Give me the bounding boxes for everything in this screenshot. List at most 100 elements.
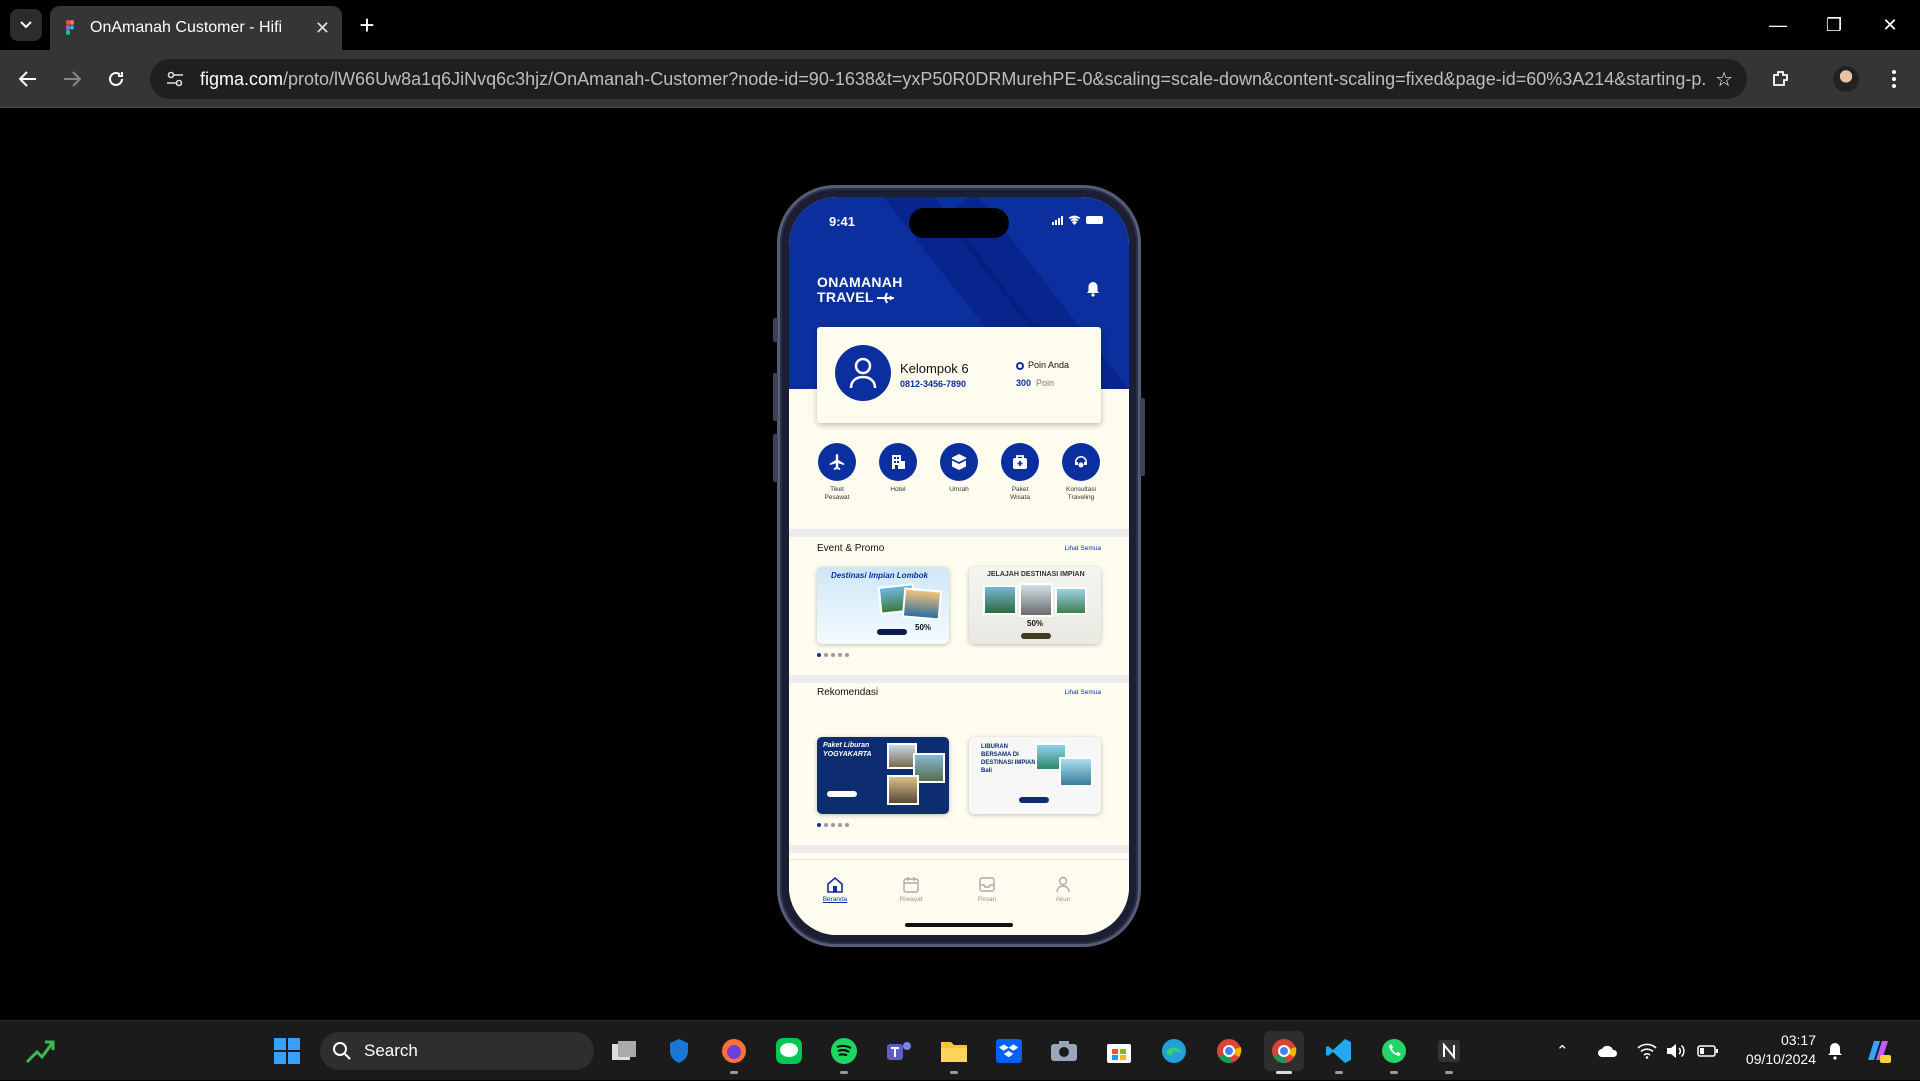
vscode-icon[interactable] — [1319, 1031, 1359, 1074]
nav-pesan[interactable]: Pesan — [962, 876, 1012, 903]
extensions-icon[interactable] — [1765, 63, 1797, 95]
site-info-icon[interactable] — [164, 68, 186, 90]
promo-photo — [901, 587, 943, 621]
microsoft-store-icon[interactable] — [1099, 1031, 1139, 1071]
promo-card-destinasi[interactable]: JELAJAH DESTINASI IMPIAN 50% — [969, 567, 1101, 644]
promo-discount-badge: 50% — [915, 623, 932, 632]
consult-icon — [1062, 443, 1100, 481]
volume-icon[interactable] — [1666, 1021, 1686, 1081]
url-text[interactable]: figma.com/proto/lW66Uw8a1q6JiNvq6c3hjz/O… — [200, 69, 1705, 90]
recommendation-cta-button — [1019, 797, 1049, 803]
service-hotel[interactable]: Hotel — [868, 443, 928, 513]
edge-icon[interactable] — [1154, 1031, 1194, 1071]
service-label: Hotel — [890, 486, 906, 493]
tab-close-icon[interactable]: ✕ — [315, 18, 330, 39]
notion-icon[interactable] — [1429, 1031, 1469, 1074]
task-view-icon[interactable] — [604, 1031, 644, 1071]
minimize-button[interactable]: — — [1750, 8, 1806, 42]
points-label: Poin Anda — [1028, 360, 1070, 370]
recommendation-carousel-dots[interactable] — [817, 823, 849, 827]
cellular-signal-icon — [1052, 215, 1063, 225]
history-icon — [903, 877, 919, 893]
battery-tray-icon[interactable] — [1697, 1021, 1719, 1081]
hotel-icon — [879, 443, 917, 481]
logo-line-2: TRAVEL — [817, 289, 874, 305]
stocks-widget-icon[interactable] — [20, 1031, 60, 1071]
windows-icon — [274, 1038, 300, 1064]
browser-menu-icon[interactable] — [1878, 63, 1910, 95]
teams-icon[interactable] — [879, 1031, 919, 1071]
app-screen: 9:41 ONAMANAH TRAVEL Kelompok 6 0812-345… — [789, 197, 1129, 935]
event-promo-see-all-link[interactable]: Lihat Semua — [1065, 545, 1102, 552]
promo-carousel-dots[interactable] — [817, 653, 849, 657]
spotify-icon[interactable] — [824, 1031, 864, 1074]
tab-search-button[interactable] — [10, 9, 42, 41]
home-icon — [827, 876, 843, 893]
forward-button[interactable] — [56, 63, 88, 95]
profile-card[interactable]: Kelompok 6 0812-3456-7890 Poin Anda 300 … — [817, 327, 1101, 423]
camera-icon[interactable] — [1044, 1031, 1084, 1071]
app-logo: ONAMANAH TRAVEL — [817, 275, 903, 305]
start-button[interactable] — [267, 1031, 307, 1071]
wifi-tray-icon[interactable] — [1637, 1021, 1657, 1081]
promo-photo — [1055, 587, 1087, 615]
phone-side-button — [773, 434, 778, 482]
new-tab-button[interactable]: + — [352, 10, 382, 40]
notification-bell-icon[interactable] — [1085, 281, 1101, 297]
nav-label: Beranda — [822, 896, 848, 903]
restore-button[interactable]: ❐ — [1806, 8, 1862, 42]
taskbar-search-box[interactable]: Search — [320, 1032, 594, 1070]
recommendation-see-all-link[interactable]: Lihat Semua — [1065, 689, 1102, 696]
browser-tab[interactable]: OnAmanah Customer - Hifi ✕ — [50, 6, 342, 50]
clock-time: 03:17 — [1780, 1032, 1816, 1048]
promo-card-lombok[interactable]: Destinasi Impian Lombok 50% — [817, 567, 949, 644]
clock-date: 09/10/2024 — [1745, 1051, 1816, 1067]
promo-card-title: JELAJAH DESTINASI IMPIAN — [987, 571, 1085, 578]
recommendation-card-yogyakarta[interactable]: Paket Liburan YOGYAKARTA — [817, 737, 949, 814]
section-divider — [789, 529, 1129, 537]
onedrive-icon[interactable] — [1597, 1021, 1619, 1081]
reload-button[interactable] — [100, 63, 132, 95]
close-window-button[interactable]: ✕ — [1862, 8, 1918, 42]
arrow-right-icon — [64, 71, 81, 87]
service-flight-ticket[interactable]: Tiket Pesawat — [807, 443, 867, 513]
nav-riwayat[interactable]: Riwayat — [886, 876, 936, 903]
whatsapp-icon[interactable] — [1374, 1031, 1414, 1074]
recommendation-title: Rekomendasi — [817, 687, 879, 698]
nav-beranda[interactable]: Beranda — [810, 876, 860, 903]
defender-icon[interactable] — [659, 1031, 699, 1071]
line-app-icon[interactable] — [769, 1031, 809, 1071]
url-path: /proto/lW66Uw8a1q6JiNvq6c3hjz/OnAmanah-C… — [283, 68, 1706, 89]
file-explorer-icon[interactable] — [934, 1031, 974, 1074]
back-button[interactable] — [12, 63, 44, 95]
recommendation-card-bali[interactable]: LIBURAN BERSAMA DI DESTINASI IMPIAN Bali — [969, 737, 1101, 814]
taskbar-clock[interactable]: 03:17 09/10/2024 — [1736, 1031, 1816, 1069]
chrome-profile-icon[interactable] — [1209, 1031, 1249, 1071]
recommendation-photo — [1059, 757, 1093, 787]
show-hidden-icons-chevron-up-icon[interactable]: ⌃ — [1556, 1021, 1569, 1081]
service-tour-package[interactable]: Paket Wisata — [990, 443, 1050, 513]
status-time: 9:41 — [829, 214, 856, 229]
bookmark-star-icon[interactable]: ☆ — [1715, 67, 1733, 92]
service-travel-consult[interactable]: Konsultasi Traveling — [1051, 443, 1111, 513]
promo-card-title: Destinasi Impian Lombok — [831, 571, 928, 580]
profile-avatar[interactable] — [1830, 63, 1862, 95]
nav-akun[interactable]: Akun — [1038, 876, 1088, 903]
nav-label: Akun — [1055, 896, 1071, 903]
taskbar-search-placeholder: Search — [364, 1041, 418, 1060]
url-host: figma.com — [200, 68, 284, 89]
recommendation-photo — [887, 775, 919, 805]
dropbox-icon[interactable] — [989, 1031, 1029, 1071]
notification-icon[interactable] — [1826, 1021, 1844, 1081]
phone-side-button — [1140, 398, 1145, 476]
chrome-icon[interactable] — [1264, 1031, 1304, 1074]
firefox-icon[interactable] — [714, 1031, 754, 1074]
promo-discount-badge: 50% — [1027, 619, 1044, 628]
address-bar[interactable]: figma.com/proto/lW66Uw8a1q6JiNvq6c3hjz/O… — [150, 59, 1747, 99]
service-umrah[interactable]: Umrah — [929, 443, 989, 513]
copilot-icon[interactable] — [1864, 1021, 1892, 1081]
logo-line-1: ONAMANAH — [817, 274, 903, 290]
service-menu: Tiket Pesawat Hotel Umrah Paket Wisata K… — [807, 443, 1111, 513]
home-indicator[interactable] — [905, 923, 1013, 927]
phone-side-button — [773, 318, 778, 342]
